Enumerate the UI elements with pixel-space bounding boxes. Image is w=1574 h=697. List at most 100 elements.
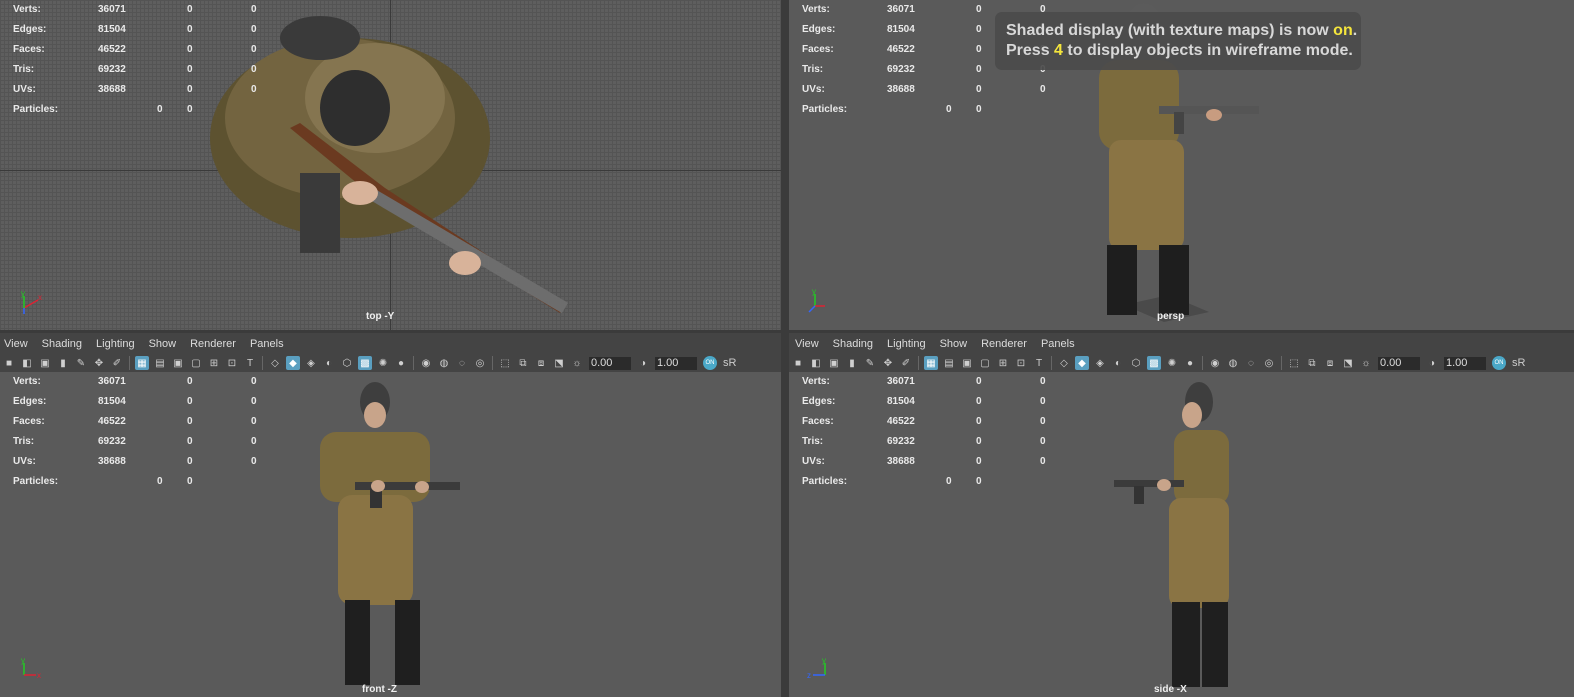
camera-icon[interactable]: ■ [2,356,16,370]
menu-panels[interactable]: Panels [1041,333,1075,355]
menu-shading[interactable]: Shading [42,333,82,355]
shadows-icon[interactable]: ● [394,356,408,370]
view-transform-label[interactable]: sR [723,357,736,369]
2d-pan-zoom-icon[interactable]: ✥ [881,356,895,370]
safe-title-icon[interactable]: T [1032,356,1046,370]
camera-icon[interactable]: ■ [791,356,805,370]
axis-gizmo-icon: y x [21,289,42,314]
film-gate-icon[interactable]: ▤ [942,356,956,370]
gamma-field[interactable] [655,356,697,370]
wireframe-icon[interactable]: ◇ [268,356,282,370]
pencil-icon[interactable]: ✐ [110,356,124,370]
film-gate-icon[interactable]: ▤ [153,356,167,370]
grease-pencil-icon[interactable]: ✎ [74,356,88,370]
verts-selected-count: 0 [251,376,257,387]
safe-title-icon[interactable]: T [243,356,257,370]
wireframe-on-shaded-icon[interactable]: ◈ [1093,356,1107,370]
bookmark-icon[interactable]: ▮ [56,356,70,370]
resolution-gate-icon[interactable]: ▣ [960,356,974,370]
gate-mask-icon[interactable]: ▢ [978,356,992,370]
viewport-side[interactable]: Verts: 36071 0 0 Edges: 81504 0 0 Faces: 46522 0… [789,372,1574,697]
menu-show[interactable]: Show [940,333,968,355]
menu-show[interactable]: Show [149,333,177,355]
smooth-shade-icon[interactable]: ◆ [286,356,300,370]
depth-of-field-icon[interactable]: ◎ [473,356,487,370]
resolution-gate-icon[interactable]: ▣ [171,356,185,370]
uvs-selected: 0 [976,84,982,95]
grease-pencil-icon[interactable]: ✎ [863,356,877,370]
panel-menubar-front: View Shading Lighting Show Renderer Panels [0,333,781,355]
shaded-icon[interactable]: ⬡ [1129,356,1143,370]
gate-mask-icon[interactable]: ▢ [189,356,203,370]
field-chart-icon[interactable]: ⊞ [207,356,221,370]
gamma-field[interactable] [1444,356,1486,370]
menu-view[interactable]: View [4,333,28,355]
isolate-select-icon[interactable]: ⬚ [498,356,512,370]
isolate-select-icon[interactable]: ⬚ [1287,356,1301,370]
view-transform-label[interactable]: sR [1512,357,1525,369]
camera-attributes-icon[interactable]: ◧ [20,356,34,370]
menu-lighting[interactable]: Lighting [96,333,135,355]
screen-space-ao-icon[interactable]: ◉ [419,356,433,370]
xray-active-icon[interactable]: ⬔ [1341,356,1355,370]
anti-alias-icon[interactable]: ◌ [1244,356,1258,370]
xray-active-icon[interactable]: ⬔ [552,356,566,370]
safe-action-icon[interactable]: ⊡ [225,356,239,370]
menu-panels[interactable]: Panels [250,333,284,355]
field-chart-icon[interactable]: ⊞ [996,356,1010,370]
exposure-icon[interactable]: ☼ [570,356,584,370]
viewport-front[interactable]: Verts: 36071 0 0 Edges: 81504 0 0 Faces: 46522 0… [0,372,781,697]
color-management-toggle[interactable]: ON [703,356,717,370]
color-management-toggle[interactable]: ON [1492,356,1506,370]
tris-label: Tris: [802,64,824,75]
menu-renderer[interactable]: Renderer [190,333,236,355]
lights-icon[interactable]: ✺ [376,356,390,370]
xray-joints-icon[interactable]: ⧈ [1323,356,1337,370]
soldier-model-front[interactable] [310,380,470,695]
smooth-shade-icon[interactable]: ◆ [1075,356,1089,370]
xray-icon[interactable]: ⧉ [1305,356,1319,370]
grid-icon[interactable]: ▦ [924,356,938,370]
pencil-icon[interactable]: ✐ [899,356,913,370]
2d-pan-zoom-icon[interactable]: ✥ [92,356,106,370]
exposure-icon[interactable]: ☼ [1359,356,1373,370]
xray-joints-icon[interactable]: ⧈ [534,356,548,370]
tris-selected-count: 0 [251,436,257,447]
viewport-top[interactable]: Verts: 36071 0 0 Edges: 81504 0 0 Faces: 46522 0… [0,0,781,330]
gamma-icon[interactable]: ◑ [636,356,650,370]
exposure-field[interactable] [1378,356,1420,370]
shadows-icon[interactable]: ● [1183,356,1197,370]
motion-blur-icon[interactable]: ◍ [437,356,451,370]
textured-icon[interactable]: ▩ [1147,356,1161,370]
wireframe-icon[interactable]: ◇ [1057,356,1071,370]
grid-icon[interactable]: ▦ [135,356,149,370]
default-material-icon[interactable]: ◐ [1111,356,1125,370]
menu-renderer[interactable]: Renderer [981,333,1027,355]
anti-alias-icon[interactable]: ◌ [455,356,469,370]
textured-icon[interactable]: ▩ [358,356,372,370]
wireframe-on-shaded-icon[interactable]: ◈ [304,356,318,370]
exposure-field[interactable] [589,356,631,370]
safe-action-icon[interactable]: ⊡ [1014,356,1028,370]
faces-selected: 0 [187,44,193,55]
lights-icon[interactable]: ✺ [1165,356,1179,370]
uvs-label: UVs: [13,456,36,467]
soldier-model-side[interactable] [1114,380,1244,695]
shaded-icon[interactable]: ⬡ [340,356,354,370]
menu-view[interactable]: View [795,333,819,355]
gamma-icon[interactable]: ◑ [1425,356,1439,370]
svg-text:x: x [37,671,41,680]
menu-lighting[interactable]: Lighting [887,333,926,355]
motion-blur-icon[interactable]: ◍ [1226,356,1240,370]
bookmark-icon[interactable]: ▮ [845,356,859,370]
camera-attributes-icon[interactable]: ◧ [809,356,823,370]
menu-shading[interactable]: Shading [833,333,873,355]
default-material-icon[interactable]: ◐ [322,356,336,370]
image-plane-icon[interactable]: ▣ [827,356,841,370]
depth-of-field-icon[interactable]: ◎ [1262,356,1276,370]
pane-divider[interactable] [781,0,789,697]
xray-icon[interactable]: ⧉ [516,356,530,370]
edges-label: Edges: [802,396,836,407]
image-plane-icon[interactable]: ▣ [38,356,52,370]
screen-space-ao-icon[interactable]: ◉ [1208,356,1222,370]
